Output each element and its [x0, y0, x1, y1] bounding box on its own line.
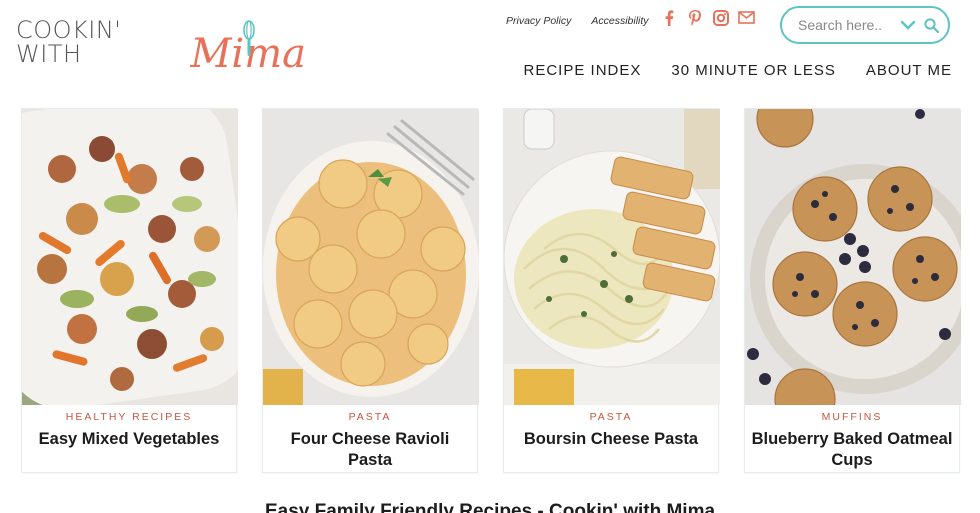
logo-text: COOKIN' WITH — [16, 16, 122, 68]
card-body: HEALTHY RECIPES Easy Mixed Vegetables — [22, 405, 236, 472]
recipe-image-boursin-pasta[interactable] — [504, 109, 720, 405]
card-category[interactable]: MUFFINS — [745, 411, 959, 423]
card-title[interactable]: Four Cheese Ravioli Pasta — [263, 429, 477, 471]
card-category[interactable]: PASTA — [263, 411, 477, 423]
nav-30-minute-or-less[interactable]: 30 MINUTE OR LESS — [671, 62, 836, 79]
card-category[interactable]: HEALTHY RECIPES — [22, 411, 236, 423]
recipe-image-ravioli[interactable] — [263, 109, 479, 405]
search-icon[interactable] — [924, 17, 939, 33]
whisk-icon — [243, 20, 255, 56]
page-heading: Easy Family Friendly Recipes - Cookin' w… — [264, 501, 716, 513]
site-logo[interactable]: COOKIN' WITH Mima — [16, 16, 306, 74]
card-title[interactable]: Blueberry Baked Oatmeal Cups — [745, 429, 959, 471]
card-title[interactable]: Boursin Cheese Pasta — [504, 429, 718, 450]
search-input[interactable] — [798, 17, 898, 33]
search-box — [780, 6, 950, 44]
recipe-card[interactable]: HEALTHY RECIPES Easy Mixed Vegetables — [21, 108, 238, 473]
card-body: MUFFINS Blueberry Baked Oatmeal Cups — [745, 405, 959, 472]
recipe-card[interactable]: PASTA Boursin Cheese Pasta — [503, 108, 720, 473]
recipe-image-mixed-vegetables[interactable] — [22, 109, 238, 405]
chevron-down-icon[interactable] — [900, 20, 916, 30]
recipe-image-oatmeal-cups[interactable] — [745, 109, 961, 405]
recipe-card[interactable]: PASTA Four Cheese Ravioli Pasta — [262, 108, 479, 473]
accessibility-link[interactable]: Accessibility — [591, 15, 648, 27]
card-category[interactable]: PASTA — [504, 411, 718, 423]
main-nav: RECIPE INDEX 30 MINUTE OR LESS ABOUT ME — [524, 62, 952, 79]
card-body: PASTA Boursin Cheese Pasta — [504, 405, 718, 472]
social-icons — [660, 9, 755, 26]
privacy-policy-link[interactable]: Privacy Policy — [506, 15, 571, 27]
recipe-card[interactable]: MUFFINS Blueberry Baked Oatmeal Cups — [744, 108, 961, 473]
nav-recipe-index[interactable]: RECIPE INDEX — [524, 62, 642, 79]
email-icon[interactable] — [738, 9, 755, 26]
utility-nav: Privacy Policy Accessibility — [506, 12, 649, 30]
nav-about-me[interactable]: ABOUT ME — [866, 62, 952, 79]
card-title[interactable]: Easy Mixed Vegetables — [22, 429, 236, 450]
instagram-icon[interactable] — [712, 9, 729, 26]
facebook-icon[interactable] — [660, 9, 677, 26]
card-body: PASTA Four Cheese Ravioli Pasta — [263, 405, 477, 472]
recipe-grid: HEALTHY RECIPES Easy Mixed Vegetables PA… — [21, 108, 961, 473]
pinterest-icon[interactable] — [686, 9, 703, 26]
